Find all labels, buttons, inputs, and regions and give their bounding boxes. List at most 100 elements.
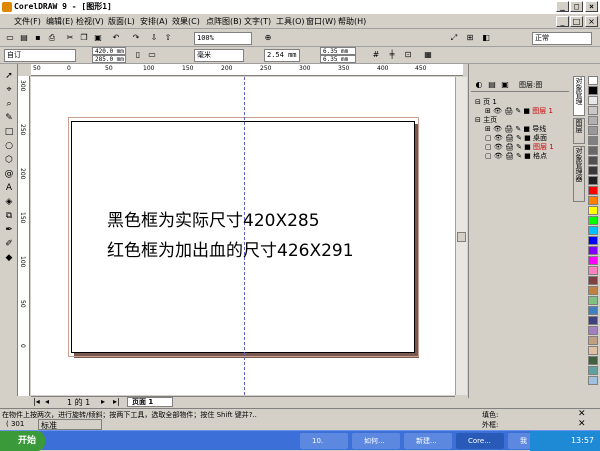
snap-grid-icon[interactable]: #: [370, 49, 382, 61]
color-swatch[interactable]: [588, 166, 598, 175]
open-icon[interactable]: ▤: [18, 32, 30, 44]
menu-text[interactable]: 文字(T): [244, 15, 271, 28]
last-page-button[interactable]: ▸|: [113, 397, 120, 406]
landscape-icon[interactable]: ▭: [146, 49, 158, 61]
nudge-field[interactable]: 2.54 mm: [264, 49, 300, 62]
fill-none-icon[interactable]: ✕: [578, 409, 586, 419]
taskbar-item-active[interactable]: Core...: [456, 433, 504, 449]
menu-view[interactable]: 检视(V): [76, 15, 104, 28]
save-icon[interactable]: ▪: [32, 32, 44, 44]
menu-bitmaps[interactable]: 点阵图(B): [206, 15, 242, 28]
layer-manager-icon[interactable]: ▤: [486, 79, 498, 91]
menu-layout[interactable]: 版面(L): [108, 15, 135, 28]
zoom-select[interactable]: 100%: [194, 32, 252, 45]
color-swatch[interactable]: [588, 116, 598, 125]
color-swatch[interactable]: [588, 286, 598, 295]
color-swatch[interactable]: [588, 86, 598, 95]
menu-file[interactable]: 文件(F): [14, 15, 41, 28]
docker-tab[interactable]: 图层: [573, 118, 585, 144]
color-swatch[interactable]: [588, 106, 598, 115]
taskbar-item[interactable]: 10.: [300, 433, 348, 449]
color-swatch[interactable]: [588, 76, 598, 85]
export-icon[interactable]: ⇧: [162, 32, 174, 44]
interactive-fill-icon[interactable]: ◈: [3, 196, 15, 208]
blend-tool-icon[interactable]: ⧉: [3, 210, 15, 222]
taskbar-item[interactable]: 新建...: [404, 433, 452, 449]
page-tab[interactable]: 页面 1: [127, 397, 173, 407]
fill-tool-icon[interactable]: ◆: [3, 252, 15, 264]
menu-window[interactable]: 窗口(W): [306, 15, 336, 28]
next-page-button[interactable]: ▸: [101, 397, 105, 406]
import-icon[interactable]: ⇩: [148, 32, 160, 44]
print-icon[interactable]: ⎙: [46, 32, 58, 44]
duplicate-y-field[interactable]: 6.35 mm: [320, 55, 356, 63]
outline-tool-icon[interactable]: ✐: [3, 238, 15, 250]
show-properties-icon[interactable]: ◐: [473, 79, 485, 91]
outline-none-icon[interactable]: ✕: [578, 419, 586, 429]
page-width-field[interactable]: 420.0 mm: [92, 47, 126, 55]
color-swatch[interactable]: [588, 176, 598, 185]
canvas-text-line-2[interactable]: 红色框为加出血的尺寸426X291: [107, 236, 354, 261]
doc-restore-button[interactable]: □: [570, 16, 583, 27]
color-swatch[interactable]: [588, 146, 598, 155]
taskbar-item[interactable]: 如何...: [352, 433, 400, 449]
pick-tool-icon[interactable]: ➚: [3, 70, 15, 82]
docker-tab[interactable]: 对象管理: [573, 76, 585, 116]
shape-tool-icon[interactable]: ⌖: [3, 84, 15, 96]
polygon-tool-icon[interactable]: ⬡: [3, 154, 15, 166]
snap-objects-icon[interactable]: ⊡: [402, 49, 414, 61]
units-select[interactable]: 毫米: [194, 49, 244, 62]
undo-icon[interactable]: ↶: [110, 32, 122, 44]
start-button[interactable]: 开始: [0, 431, 45, 451]
color-swatch[interactable]: [588, 276, 598, 285]
vertical-scrollbar[interactable]: [455, 77, 467, 395]
doc-close-button[interactable]: ×: [585, 16, 598, 27]
paper-type-select[interactable]: 自订: [4, 49, 76, 62]
color-swatch[interactable]: [588, 236, 598, 245]
color-swatch[interactable]: [588, 326, 598, 335]
minimize-button[interactable]: _: [556, 1, 569, 12]
color-swatch[interactable]: [588, 296, 598, 305]
color-swatch[interactable]: [588, 256, 598, 265]
maximize-button[interactable]: □: [570, 1, 583, 12]
color-swatch[interactable]: [588, 336, 598, 345]
menu-effects[interactable]: 效果(C): [172, 15, 200, 28]
treat-filled-icon[interactable]: ▦: [422, 49, 434, 61]
text-tool-icon[interactable]: A: [3, 182, 15, 194]
copy-icon[interactable]: ❐: [78, 32, 90, 44]
menu-tools[interactable]: 工具(O): [276, 15, 305, 28]
scroll-thumb[interactable]: [457, 232, 466, 242]
color-swatch[interactable]: [588, 186, 598, 195]
new-layer-icon[interactable]: ▣: [499, 79, 511, 91]
color-swatch[interactable]: [588, 226, 598, 235]
freehand-tool-icon[interactable]: ✎: [3, 112, 15, 124]
tree-grid[interactable]: ▢ 👁 🖨 ✎ ■ 格点: [485, 151, 547, 161]
snap-guides-icon[interactable]: ╪: [386, 49, 398, 61]
color-swatch[interactable]: [588, 306, 598, 315]
color-swatch[interactable]: [588, 366, 598, 375]
style-select[interactable]: 正常: [532, 32, 592, 45]
spiral-tool-icon[interactable]: @: [3, 168, 15, 180]
color-swatch[interactable]: [588, 266, 598, 275]
rectangle-tool-icon[interactable]: □: [3, 126, 15, 138]
zoom-tool-icon[interactable]: ⊕: [262, 32, 274, 44]
portrait-icon[interactable]: ▯: [132, 49, 144, 61]
docker-tab[interactable]: 对象管理器: [573, 146, 585, 202]
zoom-tool-icon[interactable]: ⌕: [3, 98, 15, 110]
color-swatch[interactable]: [588, 316, 598, 325]
color-swatch[interactable]: [588, 196, 598, 205]
color-swatch[interactable]: [588, 376, 598, 385]
color-swatch[interactable]: [588, 126, 598, 135]
eyedropper-tool-icon[interactable]: ✒: [3, 224, 15, 236]
shaping-icon[interactable]: ⊞: [464, 32, 476, 44]
color-swatch[interactable]: [588, 216, 598, 225]
duplicate-x-field[interactable]: 6.35 mm: [320, 47, 356, 55]
color-swatch[interactable]: [588, 246, 598, 255]
close-button[interactable]: ×: [585, 1, 598, 12]
doc-minimize-button[interactable]: _: [556, 16, 569, 27]
fill-icon[interactable]: ◧: [480, 32, 492, 44]
cut-icon[interactable]: ✂: [64, 32, 76, 44]
first-page-button[interactable]: |◂: [33, 397, 40, 406]
ellipse-tool-icon[interactable]: ○: [3, 140, 15, 152]
transform-icon[interactable]: ⤢: [448, 32, 460, 44]
